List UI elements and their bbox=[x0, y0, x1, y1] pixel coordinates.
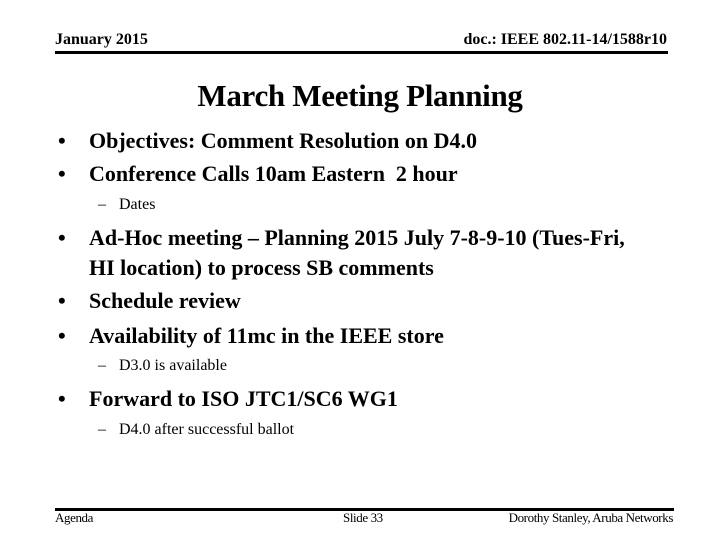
bullet-text: Forward to ISO JTC1/SC6 WG1 bbox=[89, 386, 398, 411]
header-doc-id: doc.: IEEE 802.11-14/1588r10 bbox=[463, 31, 667, 48]
dash-icon: – bbox=[98, 196, 106, 213]
bullet-text: Conference Calls 10am Eastern 2 hour bbox=[89, 161, 458, 186]
bullet-icon: • bbox=[58, 288, 66, 313]
bullet-icon: • bbox=[58, 225, 66, 250]
sub-item-text: D4.0 after successful ballot bbox=[119, 421, 295, 438]
header-rule bbox=[55, 51, 668, 54]
bullet-icon: • bbox=[58, 386, 66, 411]
footer-slide-number: Slide 33 bbox=[343, 510, 383, 525]
sub-item-text: D3.0 is available bbox=[119, 357, 227, 374]
sub-item-text: Dates bbox=[119, 196, 156, 213]
dash-icon: – bbox=[98, 357, 106, 374]
header-date: January 2015 bbox=[55, 31, 148, 48]
bullet-icon: • bbox=[58, 161, 66, 186]
bullet-icon: • bbox=[58, 128, 66, 153]
bullet-text: Schedule review bbox=[89, 288, 241, 313]
bullet-text: Ad-Hoc meeting – Planning 2015 July 7-8-… bbox=[89, 225, 625, 280]
bullet-icon: • bbox=[58, 323, 66, 348]
footer-section: Agenda bbox=[55, 510, 94, 525]
dash-icon: – bbox=[98, 421, 106, 438]
slide-title: March Meeting Planning bbox=[197, 78, 523, 113]
footer-author: Dorothy Stanley, Aruba Networks bbox=[508, 510, 674, 525]
bullet-text: Objectives: Comment Resolution on D4.0 bbox=[89, 128, 478, 153]
bullet-text: Availability of 11mc in the IEEE store bbox=[89, 323, 444, 348]
